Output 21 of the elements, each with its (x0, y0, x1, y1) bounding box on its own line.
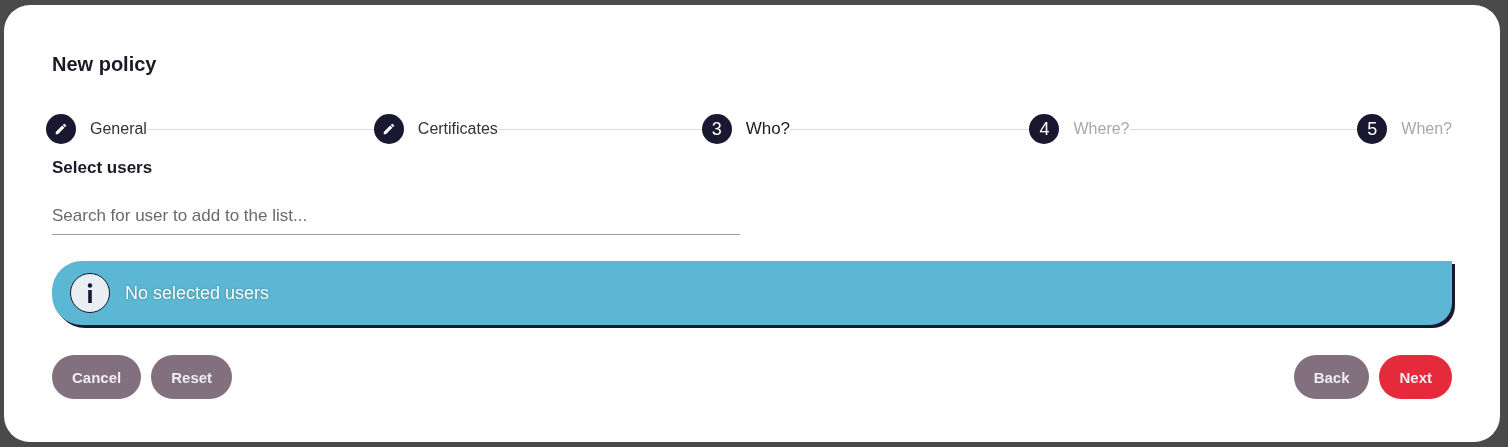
dialog-title: New policy (52, 53, 157, 76)
step-label: General (90, 120, 147, 138)
search-field[interactable]: Search for user to add to the list... (52, 206, 740, 235)
step-circle[interactable] (373, 114, 404, 144)
step-circle[interactable] (46, 114, 76, 144)
notice-text: No selected users (125, 282, 270, 304)
pencil-icon (54, 122, 68, 136)
step-label: Certificates (417, 120, 498, 138)
section-title: Select users (52, 158, 153, 178)
pencil-icon (381, 122, 396, 136)
footer-button[interactable]: Back (1293, 355, 1370, 399)
step-number: 3 (701, 114, 732, 144)
step-label: When? (1401, 120, 1452, 138)
footer-button[interactable]: Reset (151, 355, 233, 399)
info-icon (70, 273, 110, 313)
footer-button[interactable]: Cancel (52, 355, 142, 399)
step-number: 5 (1357, 114, 1388, 144)
step-number: 4 (1029, 114, 1060, 144)
step-label: Where? (1073, 120, 1130, 138)
step-label: Who? (745, 119, 791, 139)
footer-button[interactable]: Next (1379, 355, 1452, 399)
